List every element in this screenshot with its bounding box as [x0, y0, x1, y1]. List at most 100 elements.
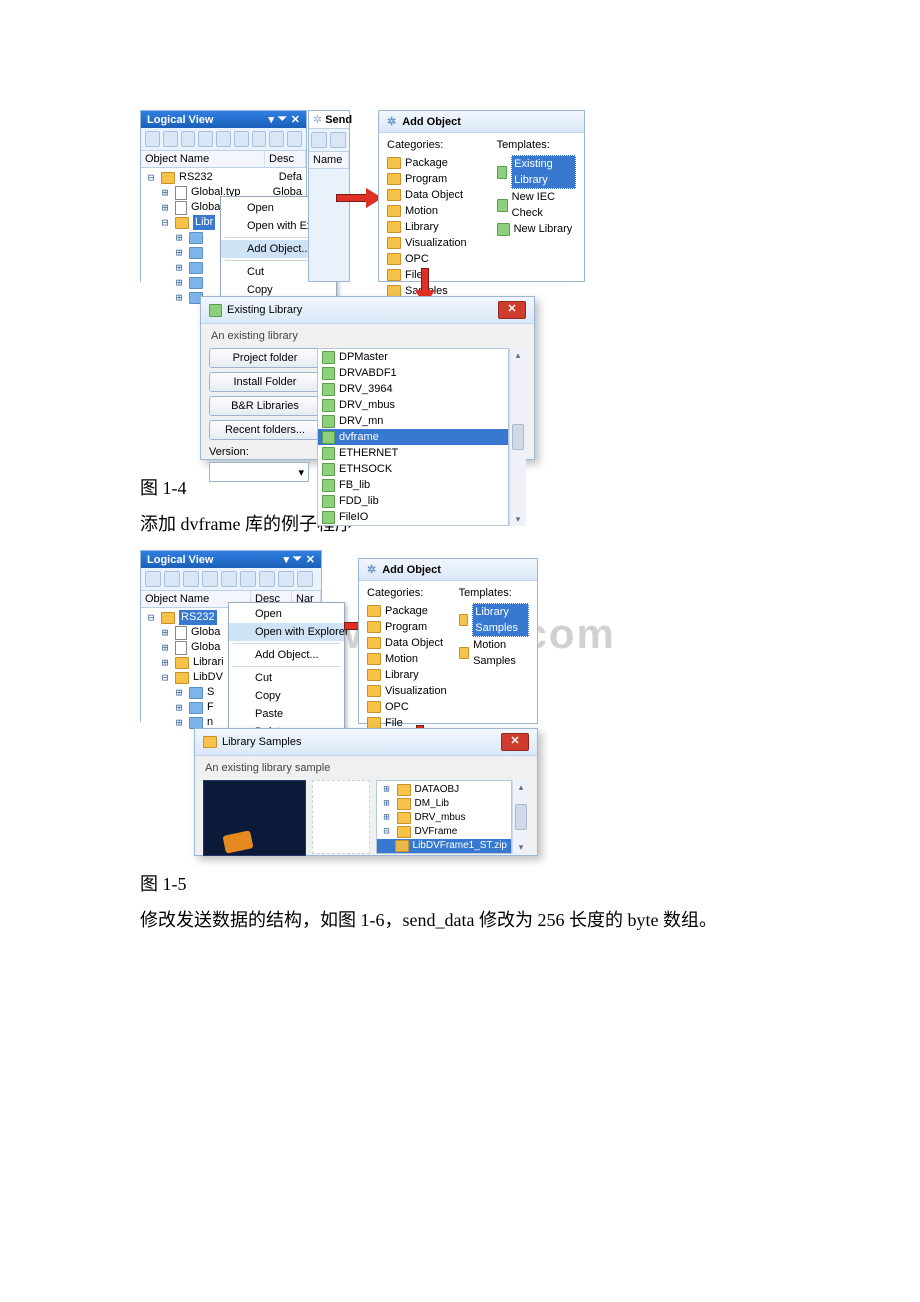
context-menu[interactable]: Open Open with Explorer Add Object... Cu… — [228, 602, 345, 744]
list-item[interactable]: LibDVFrame2_ST.zip — [377, 853, 511, 854]
sample-tree[interactable]: ⊞DATAOBJ ⊞DM_Lib ⊞DRV_mbus ⊟DVFrame LibD… — [376, 780, 512, 854]
templates-list[interactable]: Existing Library New IEC Check New Libra… — [497, 155, 576, 237]
category-item[interactable]: Motion — [387, 203, 467, 219]
scroll-up-icon[interactable]: ▴ — [516, 782, 526, 792]
toolbar-icon[interactable] — [183, 571, 199, 587]
list-item[interactable]: ⊞DM_Lib — [377, 797, 511, 811]
category-item[interactable]: OPC — [367, 699, 447, 715]
template-item-selected[interactable]: Existing Library — [497, 155, 576, 189]
scrollbar[interactable]: ▴ ▾ — [509, 348, 526, 526]
category-item[interactable]: Library — [387, 219, 467, 235]
toolbar-icon[interactable] — [297, 571, 313, 587]
category-item[interactable]: Library — [367, 667, 447, 683]
category-item[interactable]: OPC — [387, 251, 467, 267]
category-item[interactable]: Visualization — [367, 683, 447, 699]
toolbar-icon[interactable] — [311, 132, 327, 148]
list-item[interactable]: DPMaster — [318, 349, 508, 365]
list-item[interactable]: ⊟DVFrame — [377, 825, 511, 839]
toolbar-icon[interactable] — [330, 132, 346, 148]
toolbar-icon[interactable] — [252, 131, 267, 147]
template-item[interactable]: New Library — [497, 221, 576, 237]
category-item[interactable]: Data Object — [367, 635, 447, 651]
toolbar-icon[interactable] — [278, 571, 294, 587]
toolbar-icon[interactable] — [163, 131, 178, 147]
context-menu-item-open-explorer[interactable]: Open with Explorer — [229, 623, 344, 641]
list-item[interactable]: DRVABDF1 — [318, 365, 508, 381]
list-item[interactable]: ETHERNET — [318, 445, 508, 461]
template-item-selected[interactable]: Library Samples — [459, 603, 529, 637]
scroll-down-icon[interactable]: ▾ — [513, 514, 523, 524]
list-item[interactable]: DRV_mn — [318, 413, 508, 429]
context-menu-item-cut[interactable]: Cut — [229, 669, 344, 687]
folder-icon — [387, 157, 401, 169]
expand-icon[interactable]: ⊞ — [159, 185, 171, 200]
list-item-selected[interactable]: LibDVFrame1_ST.zip — [377, 839, 511, 853]
close-icon[interactable]: ✕ — [291, 113, 300, 126]
toolbar-icon[interactable] — [181, 131, 196, 147]
toolbar-icon[interactable] — [240, 571, 256, 587]
toolbar-icon[interactable] — [234, 131, 249, 147]
list-item[interactable]: ETHSOCK — [318, 461, 508, 477]
close-icon[interactable]: ✕ — [306, 553, 315, 566]
toolbar-icon[interactable] — [221, 571, 237, 587]
category-item[interactable]: Visualization — [387, 235, 467, 251]
recent-folders-button[interactable]: Recent folders... — [209, 420, 321, 440]
toolbar-icon[interactable] — [202, 571, 218, 587]
category-item[interactable]: Package — [387, 155, 467, 171]
context-menu-item-add-object[interactable]: Add Object... — [229, 646, 344, 664]
category-item[interactable]: Package — [367, 603, 447, 619]
list-item[interactable]: FB_lib — [318, 477, 508, 493]
close-button[interactable]: ✕ — [501, 733, 529, 751]
collapse-icon[interactable]: ⊟ — [159, 215, 171, 230]
scroll-down-icon[interactable]: ▾ — [516, 842, 526, 852]
list-item[interactable]: ⊞DATAOBJ — [377, 783, 511, 797]
context-menu-item-paste[interactable]: Paste — [229, 705, 344, 723]
scrollbar[interactable]: ▴ ▾ — [512, 780, 529, 854]
toolbar-icon[interactable] — [164, 571, 180, 587]
category-item[interactable]: Data Object — [387, 187, 467, 203]
list-label: DVFrame — [415, 825, 458, 839]
category-label: Motion — [385, 651, 418, 667]
dropdown-icon[interactable]: ▾ — [268, 113, 274, 126]
category-item[interactable]: Motion — [367, 651, 447, 667]
br-libraries-button[interactable]: B&R Libraries — [209, 396, 321, 416]
toolbar-icon[interactable] — [145, 571, 161, 587]
scroll-thumb[interactable] — [512, 424, 524, 450]
expand-icon[interactable]: ⊟ — [145, 170, 157, 185]
context-menu-item-copy[interactable]: Copy — [229, 687, 344, 705]
toolbar-icon[interactable] — [216, 131, 231, 147]
template-item[interactable]: New IEC Check — [497, 189, 576, 221]
pin-icon[interactable]: ⏷ — [278, 113, 287, 126]
category-item[interactable]: Program — [367, 619, 447, 635]
dropdown-icon[interactable]: ▾ — [283, 553, 289, 566]
toolbar-icon[interactable] — [269, 131, 284, 147]
install-folder-button[interactable]: Install Folder — [209, 372, 321, 392]
templates-list[interactable]: Library Samples Motion Samples — [459, 603, 529, 669]
toolbar-icon[interactable] — [287, 131, 302, 147]
context-menu-item-open[interactable]: Open — [229, 605, 344, 623]
tree-label: F — [207, 700, 214, 715]
list-item[interactable]: DRV_3964 — [318, 381, 508, 397]
pin-icon[interactable]: ⏷ — [293, 553, 302, 566]
project-folder-button[interactable]: Project folder — [209, 348, 321, 368]
expand-icon[interactable]: ⊞ — [159, 200, 171, 215]
list-item[interactable]: ⊞DRV_mbus — [377, 811, 511, 825]
tree-row-root[interactable]: ⊟ RS232 Defa — [145, 170, 302, 185]
list-item[interactable]: DRV_mbus — [318, 397, 508, 413]
version-dropdown[interactable]: ▾ — [209, 462, 309, 482]
toolbar-icon[interactable] — [259, 571, 275, 587]
category-label: Data Object — [405, 187, 463, 203]
file-icon — [175, 186, 187, 200]
list-item-selected[interactable]: dvframe — [318, 429, 508, 445]
scroll-thumb[interactable] — [515, 804, 527, 830]
library-list[interactable]: DPMaster DRVABDF1 DRV_3964 DRV_mbus DRV_… — [317, 348, 509, 526]
logical-view-titlebar: Logical View ▾ ⏷ ✕ — [141, 111, 306, 128]
toolbar-icon[interactable] — [198, 131, 213, 147]
list-item[interactable]: FDD_lib — [318, 493, 508, 509]
list-item[interactable]: FileIO — [318, 509, 508, 525]
category-item[interactable]: Program — [387, 171, 467, 187]
template-item[interactable]: Motion Samples — [459, 637, 529, 669]
toolbar-icon[interactable] — [145, 131, 160, 147]
scroll-up-icon[interactable]: ▴ — [513, 350, 523, 360]
close-button[interactable]: ✕ — [498, 301, 526, 319]
